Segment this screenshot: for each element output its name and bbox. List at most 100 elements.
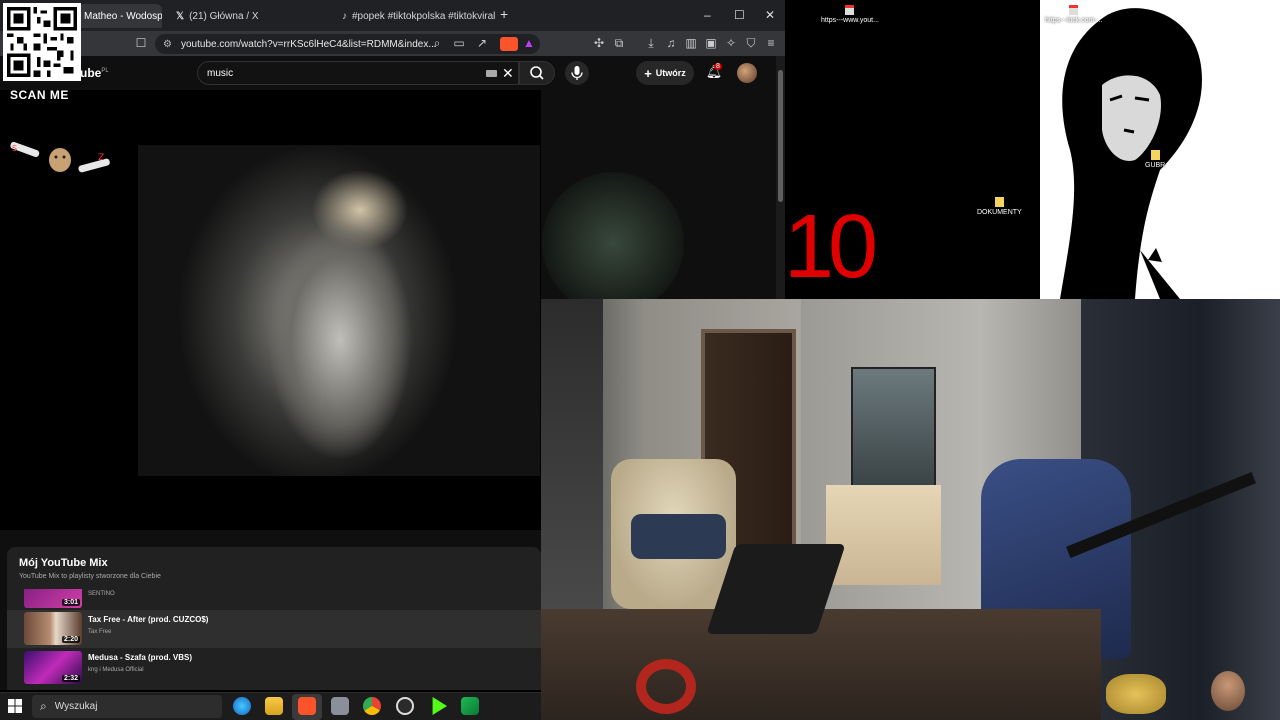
video-artist[interactable]: Tax Free bbox=[88, 629, 111, 635]
brave-browser-icon[interactable] bbox=[298, 697, 316, 715]
zoom-icon[interactable]: ⌕ bbox=[430, 36, 444, 51]
qr-code bbox=[3, 3, 81, 81]
microphone-icon bbox=[571, 66, 583, 80]
tab-label: Matheo - Wodosp bbox=[84, 10, 162, 22]
search-input[interactable]: music ✕ bbox=[197, 61, 519, 85]
svg-text:Z: Z bbox=[98, 153, 104, 163]
windows-start-icon[interactable] bbox=[8, 699, 22, 713]
edge-icon[interactable] bbox=[233, 697, 251, 715]
clear-search-icon[interactable]: ✕ bbox=[502, 65, 514, 82]
keyboard-icon[interactable] bbox=[486, 70, 497, 77]
download-icon[interactable]: ⤓ bbox=[644, 36, 658, 51]
chrome-icon[interactable] bbox=[363, 697, 381, 715]
address-toolbar: ☐ ⚙ youtube.com/watch?v=rrKSc6lHeC4&list… bbox=[0, 31, 785, 56]
desktop-icon-label: https---kick.com-... bbox=[1045, 17, 1103, 24]
clothes-pile bbox=[631, 514, 726, 559]
search-value: music bbox=[207, 67, 234, 79]
streamer-face bbox=[1211, 671, 1245, 711]
mug bbox=[1106, 674, 1166, 714]
logo-text: ube bbox=[80, 66, 102, 80]
video-thumbnail[interactable]: 2:20 bbox=[24, 612, 82, 645]
tab-tiktok[interactable]: ♪ #popek #tiktokpolska #tiktokviral #g bbox=[336, 4, 496, 28]
file-explorer-icon[interactable] bbox=[265, 697, 283, 715]
search-icon: ⌕ bbox=[40, 699, 47, 713]
video-bokeh-light bbox=[542, 172, 684, 314]
desktop-folder-dokumenty[interactable]: DOKUMENTY bbox=[977, 197, 1022, 216]
search-button[interactable] bbox=[519, 61, 555, 85]
app-icon[interactable] bbox=[331, 697, 349, 715]
extensions-icon[interactable]: ✣ bbox=[592, 36, 606, 50]
qr-code-graphic bbox=[7, 7, 77, 77]
obs-icon[interactable] bbox=[396, 697, 414, 715]
close-window-button[interactable]: ✕ bbox=[765, 8, 775, 22]
tab-label: (21) Główna / X bbox=[189, 10, 259, 22]
video-thumbnail[interactable]: 2:32 bbox=[24, 651, 82, 684]
video-artist: SENTINO bbox=[88, 591, 115, 597]
create-button[interactable]: + Utwórz bbox=[636, 61, 694, 85]
user-avatar[interactable] bbox=[737, 63, 757, 83]
tab-label: #popek #tiktokpolska #tiktokviral #g bbox=[352, 10, 496, 22]
wallet-icon[interactable]: ▣ bbox=[704, 36, 718, 50]
create-label: Utwórz bbox=[655, 68, 686, 78]
folder-icon bbox=[1150, 150, 1160, 160]
cat-sticker-icon: S Z bbox=[10, 141, 110, 173]
tab-bar: Matheo - Wodosp × 𝕏 (21) Główna / X ♪ #p… bbox=[0, 0, 785, 31]
brave-shortcut-icon bbox=[845, 5, 855, 15]
sidebar-icon[interactable]: ▥ bbox=[684, 36, 698, 50]
scrollbar-thumb[interactable] bbox=[778, 70, 783, 202]
video-duration: 2:20 bbox=[61, 636, 80, 643]
share-icon[interactable]: ↗ bbox=[475, 36, 489, 50]
app-icon[interactable] bbox=[461, 697, 479, 715]
svg-text:S: S bbox=[12, 144, 17, 153]
scan-me-label: SCAN ME bbox=[10, 88, 69, 102]
room-floor bbox=[541, 609, 1101, 720]
playlist-item-selected[interactable]: 2:20 Tax Free - After (prod. CUZCO$) Tax… bbox=[7, 610, 541, 648]
desktop-icon-label: DOKUMENTY bbox=[977, 209, 1022, 216]
region-code: PL bbox=[101, 68, 109, 74]
vpn-icon[interactable]: ⛉ bbox=[744, 36, 758, 51]
wall-poster bbox=[851, 367, 936, 487]
bookmark-icon[interactable]: ☐ bbox=[134, 36, 148, 50]
playlist-item[interactable]: 2:32 Medusa - Szafa (prod. VBS) kng i Me… bbox=[7, 649, 541, 687]
leo-ai-icon[interactable]: ✧ bbox=[724, 36, 738, 50]
video-title[interactable]: Medusa - Szafa (prod. VBS) bbox=[88, 653, 192, 662]
desktop-icon-label: GUBR bbox=[1145, 162, 1166, 169]
desktop-shortcut-kick[interactable]: https---kick.com-... bbox=[1045, 5, 1103, 24]
playlist-title: Mój YouTube Mix bbox=[19, 557, 108, 569]
x-logo-icon: 𝕏 bbox=[176, 10, 185, 22]
voice-search-button[interactable] bbox=[565, 61, 589, 85]
menu-icon[interactable]: ≡ bbox=[764, 36, 778, 50]
music-icon[interactable]: ♫ bbox=[664, 36, 678, 50]
desktop-folder-gubr[interactable]: GUBR bbox=[1145, 150, 1165, 169]
video-duration: 3:01 bbox=[61, 599, 80, 606]
webcam-feed bbox=[541, 299, 1280, 720]
notification-count-badge: 8 bbox=[714, 63, 722, 70]
taskbar-search[interactable]: ⌕ Wyszukaj bbox=[32, 695, 222, 718]
desktop-shortcut-youtube[interactable]: https---www.yout... bbox=[821, 5, 879, 24]
search-icon bbox=[530, 66, 544, 80]
taskbar-search-placeholder: Wyszukaj bbox=[54, 701, 98, 712]
minimize-button[interactable]: – bbox=[704, 8, 711, 22]
url-text: youtube.com/watch?v=rrKSc6lHeC4&list=RDM… bbox=[181, 38, 437, 50]
video-person bbox=[220, 150, 490, 476]
video-duration: 2:32 bbox=[61, 675, 80, 682]
cast-icon[interactable]: ▭ bbox=[452, 36, 466, 50]
video-artist[interactable]: kng i Medusa Official bbox=[88, 667, 144, 673]
brave-rewards-icon[interactable]: ▲ bbox=[522, 36, 536, 50]
brave-shortcut-icon bbox=[1069, 5, 1079, 15]
folder-icon bbox=[994, 197, 1004, 207]
screenshot-icon[interactable]: ⧉ bbox=[612, 36, 626, 51]
tab-youtube[interactable]: Matheo - Wodosp × bbox=[78, 4, 162, 28]
site-info-icon[interactable]: ⚙ bbox=[163, 39, 172, 50]
tab-x[interactable]: 𝕏 (21) Główna / X bbox=[170, 4, 330, 28]
youtube-logo[interactable]: ubePL bbox=[80, 66, 109, 80]
maximize-button[interactable]: ☐ bbox=[734, 8, 745, 22]
playlist-item[interactable]: 3:01 SENTINO bbox=[7, 589, 541, 609]
brave-shields-icon[interactable] bbox=[500, 37, 518, 51]
video-title[interactable]: Tax Free - After (prod. CUZCO$) bbox=[88, 615, 208, 624]
new-tab-button[interactable]: + bbox=[500, 6, 508, 22]
desktop-icon-label: https---www.yout... bbox=[821, 17, 879, 24]
plus-icon: + bbox=[644, 65, 652, 81]
video-thumbnail[interactable]: 3:01 bbox=[24, 589, 82, 608]
bookshelf bbox=[541, 299, 603, 629]
